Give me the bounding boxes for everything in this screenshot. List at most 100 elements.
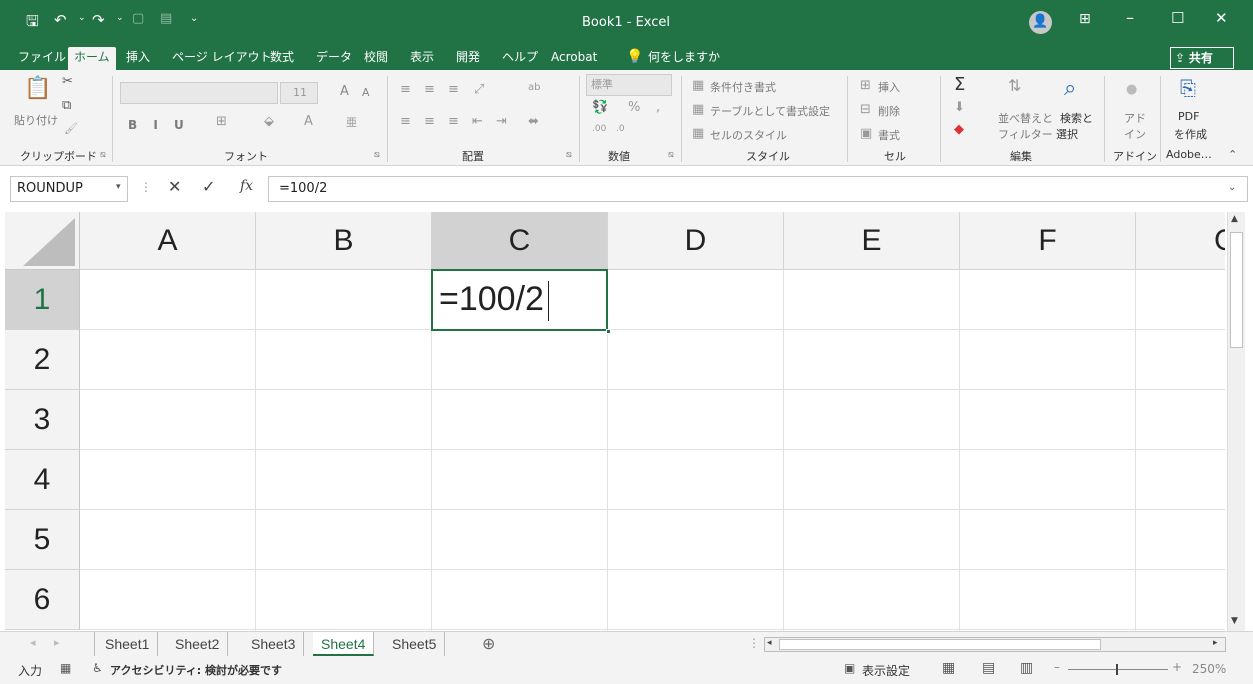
minimize-icon[interactable]: – — [1126, 8, 1134, 27]
row-header-3[interactable]: 3 — [5, 390, 80, 450]
column-header-d[interactable]: D — [608, 212, 784, 270]
percent-icon[interactable]: % — [628, 100, 640, 115]
tab-page-layout[interactable]: ページ レイアウト — [166, 47, 278, 70]
horizontal-scroll-thumb[interactable] — [779, 639, 1101, 650]
display-settings-button[interactable]: 表示設定 — [862, 662, 910, 679]
row-header-4[interactable]: 4 — [5, 450, 80, 510]
collapse-ribbon-icon[interactable]: ⌃ — [1228, 148, 1237, 161]
row-header-5[interactable]: 5 — [5, 510, 80, 570]
macro-record-icon[interactable]: ▦ — [60, 661, 71, 675]
delete-cells-icon[interactable]: ⊟ — [860, 102, 871, 117]
accounting-format-icon[interactable]: 💱 — [592, 100, 608, 115]
maximize-icon[interactable]: ☐ — [1171, 9, 1184, 27]
zoom-slider-track[interactable] — [1068, 669, 1168, 670]
shrink-font-icon[interactable]: A — [362, 86, 370, 99]
cell-area[interactable] — [80, 270, 1225, 631]
normal-view-icon[interactable]: ▦ — [942, 660, 955, 676]
column-header-f[interactable]: F — [960, 212, 1136, 270]
formula-input[interactable]: =100/2 — [268, 176, 1248, 202]
sheet-tab-sheet5[interactable]: Sheet5 — [384, 632, 446, 656]
format-as-table-icon[interactable]: ▦ — [692, 102, 704, 117]
addins-icon[interactable]: ● — [1126, 82, 1137, 97]
accessibility-status[interactable]: アクセシビリティ: 検討が必要です — [110, 662, 282, 678]
tab-insert[interactable]: 挿入 — [120, 47, 156, 70]
display-settings-icon[interactable]: ▣ — [844, 661, 855, 675]
number-format-select[interactable]: 標準 — [586, 74, 672, 96]
font-color-icon[interactable]: A — [304, 114, 313, 129]
wrap-text-icon[interactable]: ab — [528, 82, 540, 93]
font-style-buttons[interactable]: B I U — [128, 118, 190, 132]
fill-color-icon[interactable]: ⬙ — [264, 114, 274, 129]
alignment-launcher-icon[interactable]: ⧅ — [566, 150, 572, 160]
select-label[interactable]: 選択 — [1056, 126, 1078, 142]
save-icon[interactable]: 🖫 — [26, 11, 39, 36]
vertical-scrollbar[interactable]: ▲ ▼ — [1227, 212, 1245, 631]
scroll-down-icon[interactable]: ▼ — [1231, 616, 1238, 626]
tab-formulas[interactable]: 数式 — [264, 47, 300, 70]
page-layout-view-icon[interactable]: ▤ — [982, 660, 995, 676]
zoom-level[interactable]: 250% — [1192, 662, 1226, 676]
comma-icon[interactable]: , — [656, 100, 660, 115]
addins-label-1[interactable]: アド — [1124, 110, 1146, 126]
accessibility-icon[interactable]: ♿ — [92, 661, 103, 675]
orientation-icon[interactable]: ⤢ — [474, 82, 484, 97]
format-as-table-button[interactable]: テーブルとして書式設定 — [710, 103, 830, 119]
tell-me-search[interactable]: 何をしますか — [642, 47, 726, 70]
find-label[interactable]: 検索と — [1060, 110, 1093, 126]
prev-sheet-icon[interactable]: ◂ — [30, 636, 36, 649]
addins-label-2[interactable]: イン — [1124, 126, 1146, 142]
ribbon-display-icon[interactable]: ⊞ — [1079, 11, 1091, 27]
page-break-view-icon[interactable]: ▥ — [1020, 660, 1033, 676]
new-doc-icon[interactable]: ▢ — [132, 11, 144, 26]
undo-dropdown-icon[interactable]: ⌄ — [78, 13, 86, 23]
autosum-icon[interactable]: Σ — [954, 74, 965, 95]
grow-font-icon[interactable]: A — [340, 84, 349, 99]
create-pdf-icon[interactable]: ⎘ — [1180, 76, 1196, 100]
fill-icon[interactable]: ⬇ — [954, 100, 965, 115]
cancel-icon[interactable]: ✕ — [168, 177, 181, 196]
tab-review[interactable]: 校閲 — [358, 47, 394, 70]
row-header-2[interactable]: 2 — [5, 330, 80, 390]
row-header-1[interactable]: 1 — [5, 270, 80, 330]
tab-view[interactable]: 表示 — [404, 47, 440, 70]
conditional-format-icon[interactable]: ▦ — [692, 78, 704, 93]
copy-icon[interactable]: ⧉ — [62, 98, 71, 113]
tab-home[interactable]: ホーム — [68, 47, 116, 70]
name-box-dropdown-icon[interactable]: ▾ — [116, 182, 121, 192]
cell-styles-button[interactable]: セルのスタイル — [710, 127, 787, 143]
tab-data[interactable]: データ — [310, 47, 358, 70]
middle-align-icon[interactable]: ≡ — [424, 82, 435, 97]
horizontal-scrollbar[interactable]: ◂ ▸ — [764, 637, 1226, 652]
zoom-in-icon[interactable]: + — [1172, 660, 1182, 674]
delete-cells-button[interactable]: 削除 — [878, 103, 900, 119]
sort-filter-icon[interactable]: ⇅ — [1008, 76, 1021, 95]
increase-decimal-icon[interactable]: .00 — [592, 124, 606, 134]
clear-icon[interactable]: ◆ — [954, 122, 964, 137]
column-header-b[interactable]: B — [256, 212, 432, 270]
fill-handle[interactable] — [606, 329, 611, 334]
expand-formula-icon[interactable]: ⌄ — [1228, 182, 1236, 193]
tab-help[interactable]: ヘルプ — [496, 47, 544, 70]
tab-acrobat[interactable]: Acrobat — [545, 47, 603, 70]
insert-function-icon[interactable]: fx — [240, 178, 253, 194]
sort-label[interactable]: 並べ替えと — [998, 110, 1053, 126]
scroll-up-icon[interactable]: ▲ — [1231, 214, 1238, 224]
vertical-scroll-thumb[interactable] — [1230, 232, 1243, 348]
format-cells-button[interactable]: 書式 — [878, 127, 900, 143]
add-sheet-icon[interactable]: ⊕ — [482, 634, 495, 653]
scroll-left-icon[interactable]: ◂ — [767, 638, 772, 648]
scroll-right-icon[interactable]: ▸ — [1213, 638, 1218, 648]
create-pdf-label-1[interactable]: PDF — [1178, 110, 1199, 123]
bottom-align-icon[interactable]: ≡ — [448, 82, 459, 97]
redo-icon[interactable]: ↷ — [92, 11, 105, 29]
tab-developer[interactable]: 開発 — [450, 47, 486, 70]
find-search-icon[interactable]: ⌕ — [1064, 76, 1076, 101]
font-launcher-icon[interactable]: ⧅ — [374, 150, 380, 160]
close-icon[interactable]: ✕ — [1215, 9, 1228, 27]
undo-icon[interactable]: ↶ — [54, 11, 67, 29]
column-header-g[interactable]: G — [1136, 212, 1225, 270]
font-name-box[interactable] — [120, 82, 278, 104]
column-header-a[interactable]: A — [80, 212, 256, 270]
phonetic-icon[interactable]: 亜 — [346, 114, 357, 130]
account-avatar-icon[interactable]: 👤 — [1029, 11, 1052, 34]
